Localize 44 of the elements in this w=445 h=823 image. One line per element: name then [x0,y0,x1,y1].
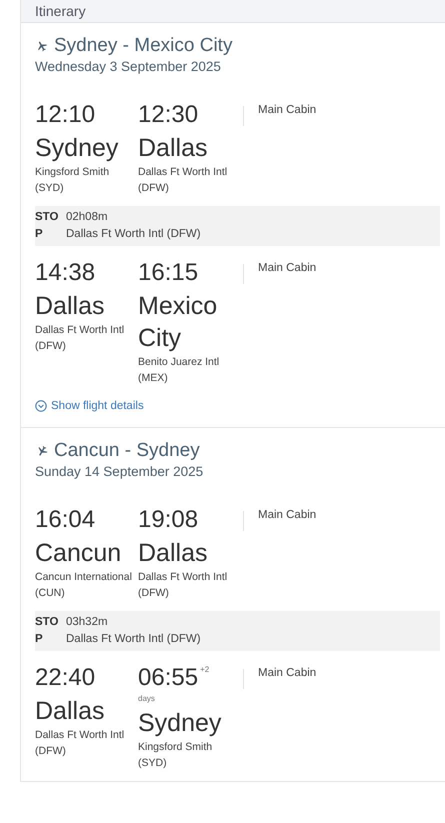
departure-city: Sydney [35,133,120,164]
cabin-class: Main Cabin [258,667,316,681]
departure-airport: Cancun International (CUN) [35,570,133,601]
stop-airport: Dallas Ft Worth Intl (DFW) [66,632,201,647]
departure-city: Cancun [35,538,122,569]
show-details-link[interactable]: Show flight details [35,400,144,412]
arrival-time: 19:08 [138,506,198,533]
arrival-city: Sydney [138,708,222,739]
departure-airport: Dallas Ft Worth Intl (DFW) [35,728,126,759]
departure-time: 14:38 [35,259,96,286]
arrival-time: 06:55 [138,664,198,691]
cabin-class: Main Cabin [258,104,316,118]
departing-plane-icon [35,40,49,52]
arrival-airport: Benito Juarez Intl (MEX) [138,355,220,386]
departure-airport: Dallas Ft Worth Intl (DFW) [35,323,126,354]
cabin-class: Main Cabin [258,509,316,523]
chevron-circle-icon [35,400,47,412]
stop-label: STOP [35,210,60,242]
arrival-city: Dallas [138,133,208,164]
arrival-city: Mexico City [138,291,218,354]
departure-time: 12:10 [35,101,96,128]
departure-city: Dallas [35,696,106,727]
stop-label: STOP [35,615,60,647]
departure-city: Dallas [35,291,106,322]
stop-duration: 02h08m [66,210,109,225]
stop-airport: Dallas Ft Worth Intl (DFW) [66,227,201,242]
cabin-class: Main Cabin [258,262,316,276]
flight-date: Sunday 14 September 2025 [35,464,204,479]
day-offset-unit: days [138,694,155,703]
section-title: Itinerary [35,3,86,19]
stop-duration: 03h32m [66,615,109,630]
arrival-airport: Dallas Ft Worth Intl (DFW) [138,165,228,196]
departure-time: 16:04 [35,506,96,533]
flight-date: Wednesday 3 September 2025 [35,59,222,74]
arrival-time: 12:30 [138,101,198,128]
departure-time: 22:40 [35,664,96,691]
route-title: Sydney - Mexico City [54,35,232,57]
arrival-airport: Dallas Ft Worth Intl (DFW) [138,570,228,601]
arrival-time: 16:15 [138,259,198,286]
departure-airport: Kingsford Smith (SYD) [35,165,110,196]
arrival-airport: Kingsford Smith (SYD) [138,740,214,771]
day-offset: +2 [200,665,210,674]
arrival-city: Dallas [138,538,208,569]
route-title: Cancun - Sydney [54,440,200,462]
